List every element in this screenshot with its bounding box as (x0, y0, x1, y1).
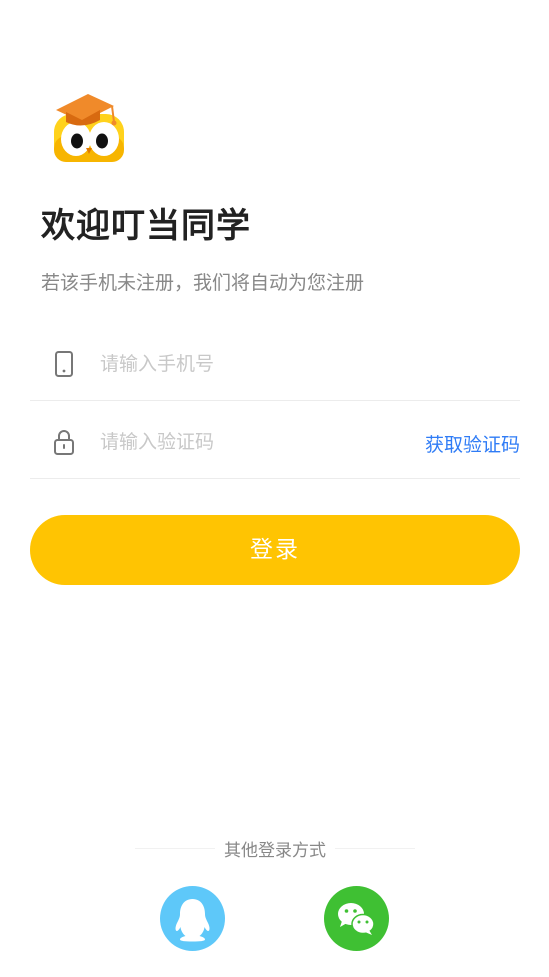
verification-code-input[interactable] (100, 422, 400, 462)
owl-logo-icon (52, 92, 126, 164)
code-field-row: 获取验证码 (30, 400, 520, 479)
phone-input[interactable] (100, 344, 400, 384)
other-login-divider: 其他登录方式 (135, 836, 415, 861)
page-subtitle: 若该手机未注册，我们将自动为您注册 (41, 272, 365, 294)
get-code-button[interactable]: 获取验证码 (425, 430, 520, 457)
qq-login-button[interactable] (160, 886, 225, 951)
wechat-icon (338, 903, 375, 935)
qq-penguin-icon (175, 899, 210, 942)
login-button[interactable]: 登录 (30, 515, 520, 585)
phone-icon (52, 351, 76, 377)
lock-icon (52, 429, 76, 455)
wechat-login-button[interactable] (324, 886, 389, 951)
page-title: 欢迎叮当同学 (41, 206, 251, 246)
phone-field-row (30, 322, 520, 401)
divider-line-right (335, 848, 415, 849)
